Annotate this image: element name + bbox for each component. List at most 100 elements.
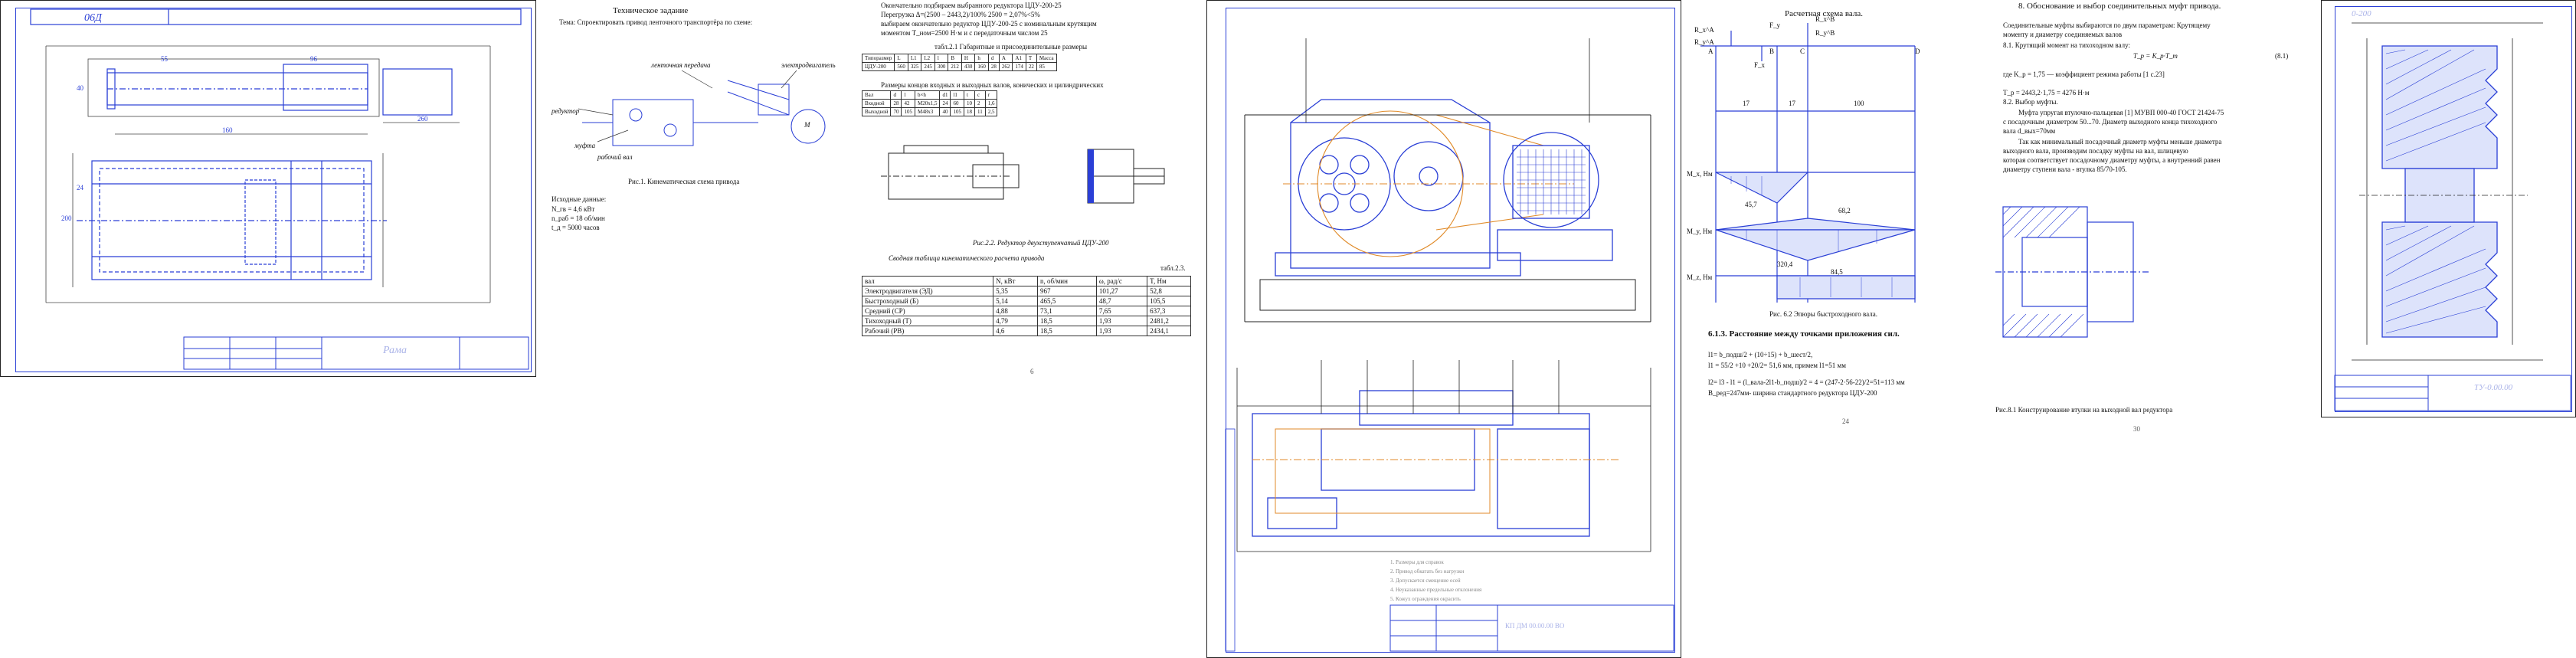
scheme-label: редуктор [552,107,580,115]
stamp-title: Рама [383,345,407,356]
section-title: 6.1.3. Расстояние между точками приложен… [1708,329,1900,339]
param-line: n_раб = 18 об/мин [552,214,605,222]
force-label: R_x^A [1694,26,1714,34]
table-title: Сводная таблица кинематического расчета … [889,254,1045,262]
equation-number: (8.1) [2275,52,2289,60]
stamp-title: ТУ-0.00.00 [2474,383,2513,392]
notes-line: 2. Привод обкатать без нагрузки [1390,568,1465,575]
params-heading: Исходные данные: [552,195,607,203]
scheme-label: М [804,121,810,129]
text-line: Так как минимальный посадочный диаметр м… [2018,138,2222,146]
stamp-title: КП ДМ 00.00.00 ВО [1505,622,1565,630]
table-row: Входной 28 42 M20х1,5 24 60 10 2 1,6 [861,99,998,108]
figure-caption: Рис. 6.2 Эпюры быстроходного вала. [1769,310,1877,318]
text-line: моментом Т_ном=2500 Н·м и с передаточным… [881,29,1048,37]
panel-assignment: Техническое задание Тема: Спроектировать… [536,0,858,377]
text-line: Перегрузка Δ=(2500 – 2443,2)/100% 2500 =… [881,11,1040,18]
dim-label: 24 [77,184,83,192]
point-label: B [1769,47,1775,55]
notes-line: 4. Неуказанные предельные отклонения [1390,587,1482,593]
moment-axis-label: M_x, Нм [1687,170,1713,178]
span-label: 17 [1789,100,1795,107]
page-number: 24 [1842,417,1849,425]
text-line: Соединительные муфты выбираются по двум … [2003,21,2211,29]
notes-line: 3. Допускается смещение осей [1390,578,1461,584]
moment-axis-label: M_y, Нм [1687,228,1713,235]
panel-assembly-drawing: 1. Размеры для справок 2. Привод обкатат… [1206,0,1681,658]
table-tag: табл.2.3. [1160,264,1186,272]
force-label: R_y^B [1815,29,1835,37]
formula-line: В_ред=247мм- ширина стандартного редукто… [1708,389,1877,397]
moment-value: 320,4 [1777,260,1793,268]
span-label: 100 [1854,100,1864,107]
assembly-drawing [1225,38,1674,652]
panel-gearbox-tables: Окончательно подбираем выбранного редукт… [858,0,1203,377]
point-label: C [1800,47,1805,55]
notes-line: 1. Размеры для справок [1390,559,1444,565]
table-row: Рабочий (РВ) 4,6 18,5 1,93 2434,1 [861,326,1191,336]
panel-coupling: 8. Обоснование и выбор соединительных му… [1980,0,2302,444]
table-row: вал N, кВт n, об/мин ω, рад/с T, Нм [861,276,1191,286]
moment-value: 84,5 [1831,268,1843,276]
dim-label: 96 [310,55,317,63]
figure-caption: Рис.8.1 Конструирование втулки на выходн… [1995,406,2173,414]
table-row: ЦДУ-200 560 325 245 300 212 430 160 28 262 174 22 85 [861,62,1057,71]
table-row: Типоразмер L L1 L2 l B Hh d A A1 T Масса [861,54,1057,63]
point-label: D [1915,47,1920,55]
param-line: t_д = 5000 часов [552,224,600,231]
figure-caption: Рис.1. Кинематическая схема привода [628,178,740,185]
scheme-label: рабочий вал [597,153,633,161]
force-label: F_x [1754,61,1766,69]
table-caption: табл.2.1 Габаритные и присоединительные … [934,43,1088,51]
text-line: 8.1. Крутящий момент на тихоходном валу: [2003,41,2131,49]
table-row: Выходной 70 105 M48х3 40 105 18 11 2,5 [861,107,998,116]
formula-line: l1= b_подш/2 + (10÷15) + b_шест/2, [1708,351,1813,358]
span-label: 17 [1743,100,1750,107]
table-row: Быстроходный (Б) 5,14 465,5 48,7 105,5 [861,296,1191,306]
dim-label: 40 [77,84,83,92]
formula-line: l2= l3 - l1 = (l_вала-2l1-b_подш)/2 = 4 … [1708,378,1905,386]
page-title: 8. Обоснование и выбор соединительных му… [2018,2,2221,11]
table-row: Тихоходный (Т) 4,79 18,5 1,93 2481,2 [861,316,1191,326]
point-label: A [1708,47,1714,55]
notes-line: 5. Кожух ограждения окрасить [1390,596,1461,602]
text-line: 8.2. Выбор муфты. [2003,98,2058,106]
table-row: Электродвигателя (ЭД) 5,35 967 101,27 52,8 [861,286,1191,296]
dim-label: 160 [222,126,233,134]
moment-axis-label: M_z, Нм [1687,273,1713,281]
gearbox-sketch [881,145,1165,204]
param-line: N_гв = 4,6 кВт [552,205,595,213]
dim-label: 260 [417,115,428,123]
panel-shaft-diagram: Расчетная схема вала. R_x^A R_y^A F_y F_… [1685,0,1976,444]
sleeve-drawing [1995,206,2149,338]
page-number: 6 [1030,368,1034,375]
dimensions-table: Типоразмер L L1 L2 l B Hh d A A1 T Масса ЦДУ-200 560… [861,54,1057,71]
formula: T_p = K_p·T_т [2133,52,2178,60]
moment-value: 45,7 [1745,201,1757,208]
moment-value: 68,2 [1838,207,1851,214]
panel-pulley-drawing: 0-200 ТУ-0.00.00 [2321,0,2576,417]
force-label: F_y [1769,21,1781,29]
text-line: Муфта упругая втулочно-пальцевая [1] МУВ… [2018,109,2224,116]
dim-label: 200 [61,214,72,222]
text-line: T_р = 2443,2·1,75 = 4276 Н·м [2003,89,2090,97]
table-caption: Размеры концов входных и выходных валов,… [881,81,1104,89]
text-line: Окончательно подбираем выбранного редукт… [881,2,1062,9]
dim-label: 55 [161,55,168,63]
text-line: выбираем окончательно редуктор ЦДУ-200-2… [881,20,1097,28]
text-line: где K_р = 1,75 — коэффициент режима рабо… [2003,70,2165,78]
text-line: вала d_вых=70мм [2003,127,2056,135]
table-row: Вал d l b×h d1 l1 t c r [861,90,998,100]
text-line: диаметру ступени вала - втулка 85/70-105… [2003,165,2127,173]
text-line: которая соответствует посадочному диамет… [2003,156,2221,164]
text-line: с посадочным диаметром 50...70. Диаметр … [2003,118,2218,126]
text-line: выходного вала, производим посадку муфты… [2003,147,2188,155]
formula-line: l1 = 55/2 +10 +20/2= 51,6 мм, примем l1=… [1708,362,1846,369]
shaft-ends-table: Вал d l b×h d1 l1 t c r Входной 28 42 M20х1,5 24 60 10… [861,90,998,116]
force-label: R_y^A [1694,38,1714,46]
kinematic-table: вал N, кВт n, об/мин ω, рад/с T, Нм Электрод… [861,276,1191,336]
panel-frame-drawing: 06Д 55 96 40 160 24 200 260 Рама [0,0,536,377]
scheme-label: ленточная передача [651,61,711,69]
page-number: 30 [2133,425,2140,433]
table-row: Средний (СР) 4,88 73,1 7,65 637,3 [861,306,1191,316]
